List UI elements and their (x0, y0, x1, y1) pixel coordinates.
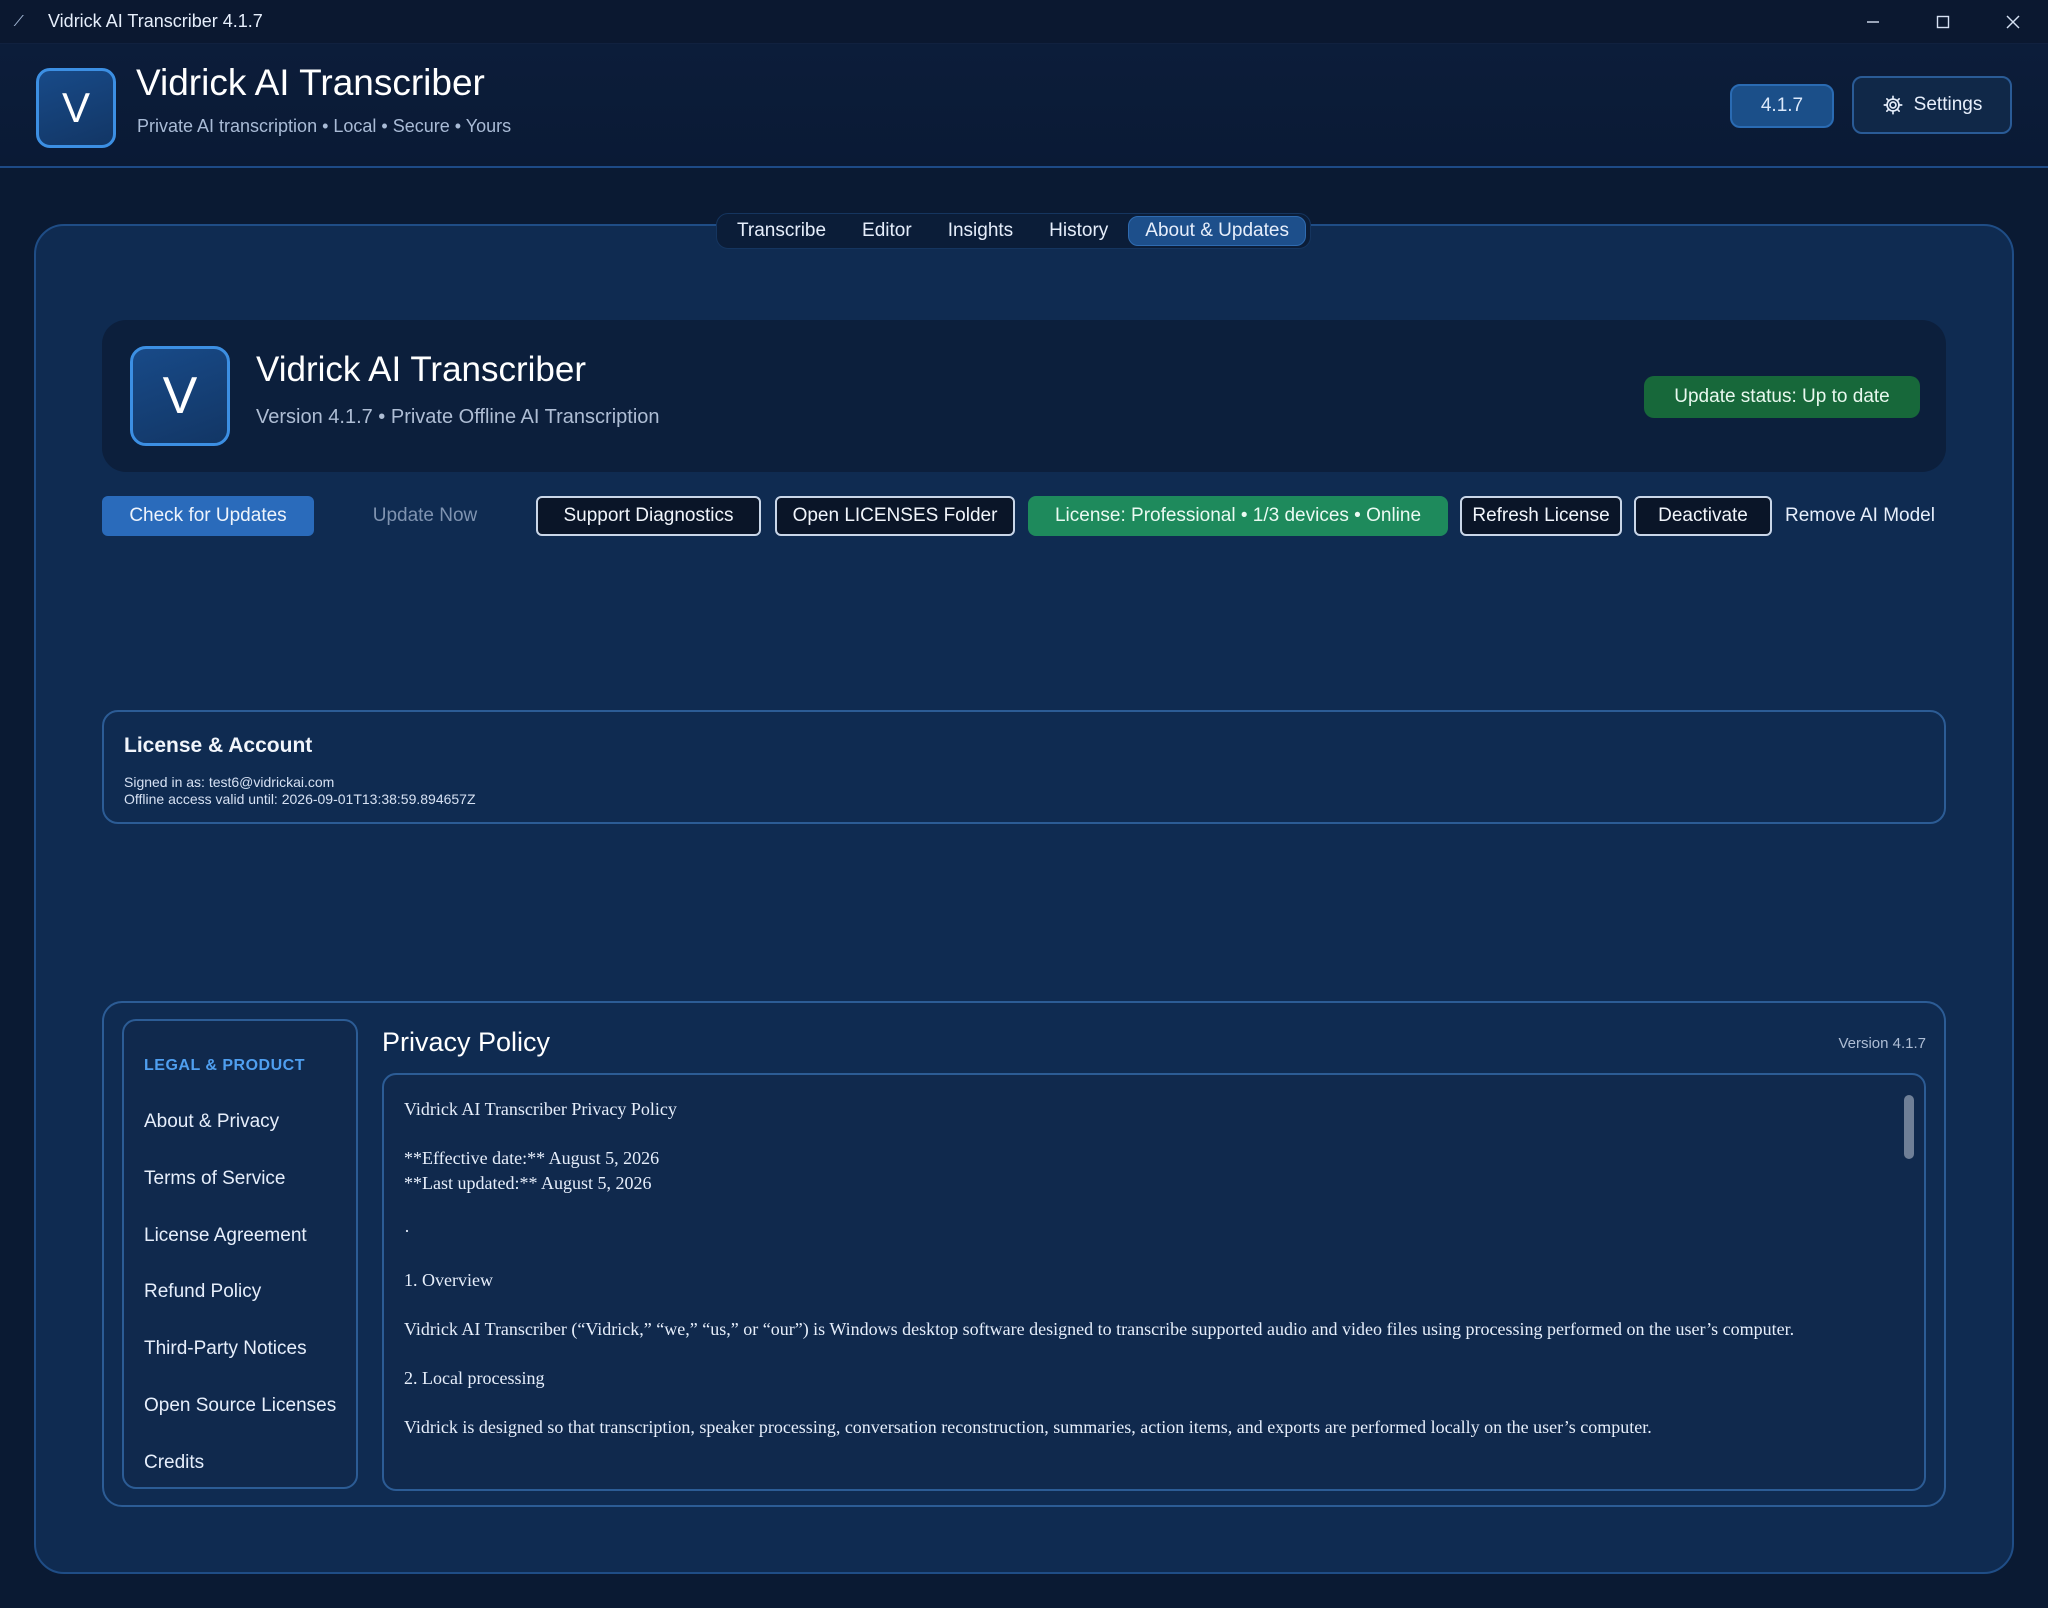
minimize-button[interactable] (1838, 0, 1908, 44)
tab-editor[interactable]: Editor (846, 216, 928, 246)
app-subtitle: Private AI transcription • Local • Secur… (137, 116, 512, 136)
legal-item-open-source[interactable]: Open Source Licenses (144, 1395, 336, 1417)
policy-version: Version 4.1.7 (1838, 1035, 1926, 1052)
maximize-icon (1936, 15, 1950, 29)
window-title: Vidrick AI Transcriber 4.1.7 (48, 11, 263, 31)
policy-scrollbar[interactable] (1904, 1095, 1914, 1159)
policy-line: · (404, 1221, 410, 1241)
maximize-button[interactable] (1908, 0, 1978, 44)
tab-about-updates[interactable]: About & Updates (1128, 216, 1306, 246)
legal-item-credits[interactable]: Credits (144, 1452, 204, 1474)
about-subtitle: Version 4.1.7 • Private Offline AI Trans… (256, 406, 660, 428)
settings-button[interactable]: Settings (1852, 76, 2012, 134)
signed-in-text: Signed in as: test6@vidrickai.com (124, 774, 335, 790)
policy-text-area[interactable]: Vidrick AI Transcriber Privacy Policy **… (382, 1073, 1926, 1491)
tab-transcribe[interactable]: Transcribe (721, 216, 842, 246)
app-header: V Vidrick AI Transcriber Private AI tran… (0, 44, 2048, 168)
offline-access-text: Offline access valid until: 2026-09-01T1… (124, 791, 476, 807)
app-logo: V (36, 68, 116, 148)
update-now-button[interactable]: Update Now (352, 496, 498, 536)
close-button[interactable] (1978, 0, 2048, 44)
policy-line: 1. Overview (404, 1270, 493, 1290)
window-titlebar: ⁄ Vidrick AI Transcriber 4.1.7 (0, 0, 2048, 44)
feather-icon: ⁄ (18, 12, 21, 30)
close-icon (2006, 15, 2020, 29)
policy-line: **Last updated:** August 5, 2026 (404, 1173, 652, 1193)
tab-history[interactable]: History (1033, 216, 1124, 246)
legal-nav: LEGAL & PRODUCT About & Privacy Terms of… (122, 1019, 358, 1489)
remove-ai-model-button[interactable]: Remove AI Model (1782, 496, 1938, 536)
tab-insights[interactable]: Insights (932, 216, 1029, 246)
legal-item-third-party[interactable]: Third-Party Notices (144, 1338, 307, 1360)
refresh-license-button[interactable]: Refresh License (1460, 496, 1622, 536)
license-status-badge[interactable]: License: Professional • 1/3 devices • On… (1028, 496, 1448, 536)
license-account-title: License & Account (124, 734, 313, 757)
check-updates-button[interactable]: Check for Updates (102, 496, 314, 536)
policy-title: Privacy Policy (382, 1027, 551, 1057)
about-logo: V (130, 346, 230, 446)
about-card: V Vidrick AI Transcriber Version 4.1.7 •… (102, 320, 1946, 472)
deactivate-button[interactable]: Deactivate (1634, 496, 1772, 536)
tab-bar: Transcribe Editor Insights History About… (716, 213, 1311, 249)
support-diagnostics-button[interactable]: Support Diagnostics (536, 496, 761, 536)
license-account-box: License & Account Signed in as: test6@vi… (102, 710, 1946, 824)
legal-item-refund-policy[interactable]: Refund Policy (144, 1281, 261, 1303)
policy-line: Vidrick is designed so that transcriptio… (404, 1417, 1652, 1437)
policy-line: 2. Local processing (404, 1368, 545, 1388)
policy-line: Vidrick AI Transcriber (“Vidrick,” “we,”… (404, 1319, 1795, 1339)
legal-nav-heading: LEGAL & PRODUCT (144, 1057, 305, 1074)
settings-label: Settings (1913, 94, 1983, 115)
window-controls (1838, 0, 2048, 44)
open-licenses-folder-button[interactable]: Open LICENSES Folder (775, 496, 1015, 536)
policy-line: **Effective date:** August 5, 2026 (404, 1148, 660, 1168)
legal-item-about-privacy[interactable]: About & Privacy (144, 1111, 279, 1133)
legal-section: LEGAL & PRODUCT About & Privacy Terms of… (102, 1001, 1946, 1507)
about-title: Vidrick AI Transcriber (256, 350, 587, 389)
minimize-icon (1867, 21, 1879, 23)
version-badge: 4.1.7 (1730, 84, 1834, 128)
app-title: Vidrick AI Transcriber (136, 62, 485, 103)
legal-item-terms[interactable]: Terms of Service (144, 1168, 285, 1190)
policy-line: Vidrick AI Transcriber Privacy Policy (404, 1099, 677, 1119)
legal-item-license-agreement[interactable]: License Agreement (144, 1225, 307, 1247)
update-status-badge: Update status: Up to date (1644, 376, 1920, 418)
gear-icon (1883, 95, 1903, 115)
